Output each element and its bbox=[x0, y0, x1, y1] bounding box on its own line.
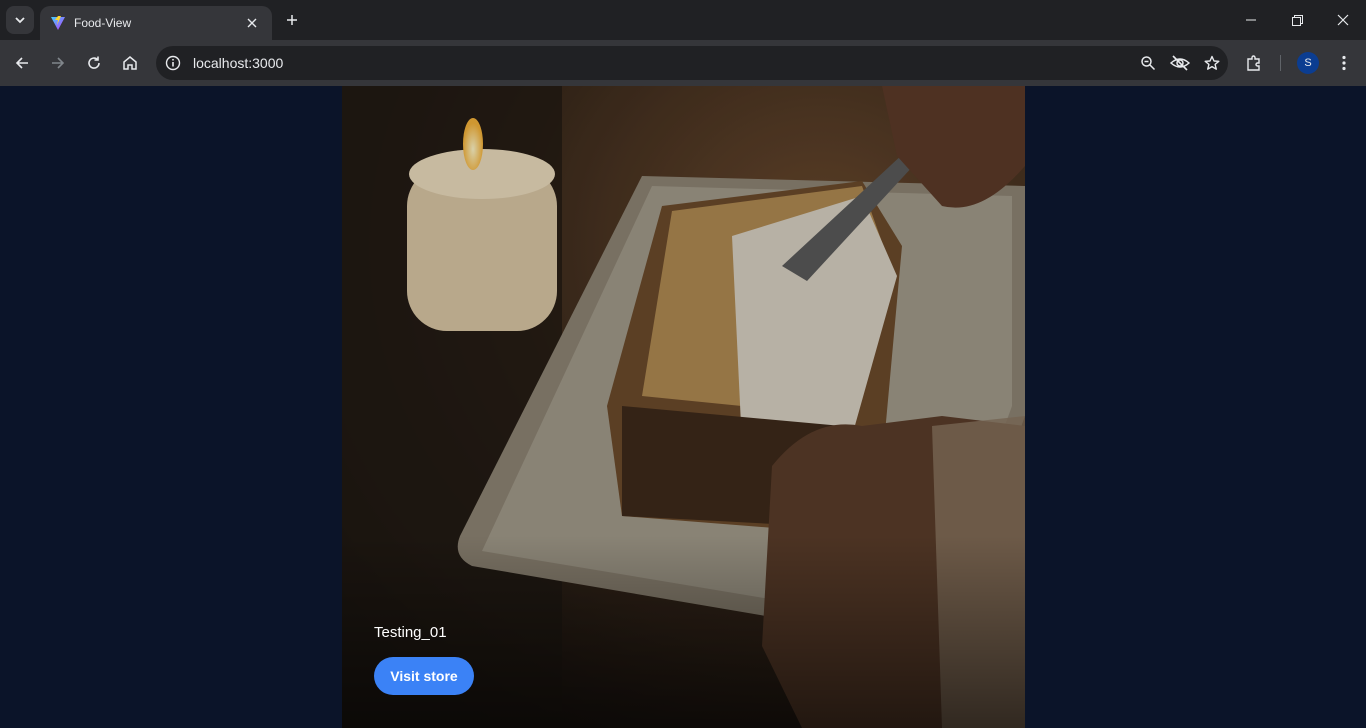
back-button[interactable] bbox=[8, 49, 36, 77]
visit-store-button[interactable]: Visit store bbox=[374, 657, 474, 695]
title-bar: Food-View bbox=[0, 0, 1366, 40]
page-content: Testing_01 Visit store bbox=[0, 86, 1366, 728]
zoom-button[interactable] bbox=[1132, 47, 1164, 79]
toolbar-divider bbox=[1280, 55, 1281, 71]
menu-button[interactable] bbox=[1330, 49, 1358, 77]
minimize-button[interactable] bbox=[1228, 0, 1274, 40]
reload-button[interactable] bbox=[80, 49, 108, 77]
more-icon bbox=[1342, 55, 1346, 71]
extensions-button[interactable] bbox=[1240, 49, 1268, 77]
video-title: Testing_01 bbox=[374, 624, 447, 641]
forward-icon bbox=[52, 57, 65, 69]
bookmark-button[interactable] bbox=[1196, 47, 1228, 79]
chevron-down-icon bbox=[15, 17, 25, 24]
tab-search-button[interactable] bbox=[6, 6, 34, 34]
profile-avatar[interactable]: S bbox=[1297, 52, 1319, 74]
video-reel[interactable]: Testing_01 Visit store bbox=[342, 86, 1025, 728]
plus-icon bbox=[287, 15, 297, 25]
home-button[interactable] bbox=[116, 49, 144, 77]
browser-toolbar: localhost:3000 bbox=[0, 40, 1366, 86]
zoom-icon bbox=[1141, 56, 1156, 71]
eye-off-icon bbox=[1170, 55, 1190, 71]
address-bar[interactable]: localhost:3000 bbox=[156, 46, 1228, 80]
site-info-button[interactable] bbox=[161, 51, 185, 75]
browser-tab[interactable]: Food-View bbox=[40, 6, 272, 40]
tab-title: Food-View bbox=[74, 16, 132, 30]
reload-icon bbox=[88, 56, 100, 69]
site-info-icon bbox=[165, 55, 181, 71]
back-icon bbox=[15, 57, 28, 69]
restore-button[interactable] bbox=[1274, 0, 1320, 40]
tracking-protection-button[interactable] bbox=[1164, 47, 1196, 79]
tab-close-button[interactable] bbox=[242, 13, 262, 33]
star-icon bbox=[1204, 55, 1220, 70]
new-tab-button[interactable] bbox=[280, 8, 304, 32]
minimize-icon bbox=[1246, 19, 1256, 21]
url-text[interactable]: localhost:3000 bbox=[193, 55, 1132, 71]
close-icon bbox=[247, 18, 257, 28]
extensions-icon bbox=[1247, 55, 1260, 71]
home-icon bbox=[123, 56, 137, 70]
restore-icon bbox=[1291, 14, 1303, 26]
forward-button[interactable] bbox=[44, 49, 72, 77]
vite-logo-icon bbox=[51, 16, 65, 30]
window-close-button[interactable] bbox=[1320, 0, 1366, 40]
window-close-icon bbox=[1337, 14, 1349, 26]
